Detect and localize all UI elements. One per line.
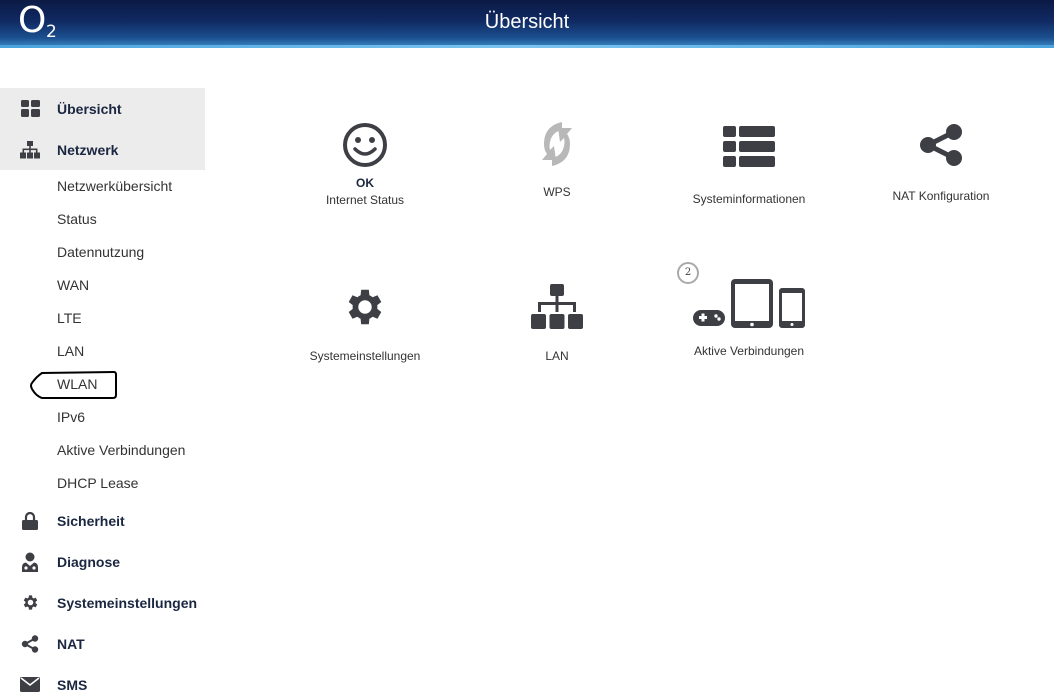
- tile-aktive-verbindungen[interactable]: 2 Aktive Verbindungen: [659, 262, 839, 358]
- tile-lan[interactable]: LAN: [467, 270, 647, 363]
- sidebar-subitem-ipv6[interactable]: IPv6: [0, 401, 205, 434]
- share-icon: [851, 108, 1031, 168]
- sidebar-subitem-lan[interactable]: LAN: [0, 335, 205, 368]
- page-title: Übersicht: [484, 11, 570, 33]
- tile-label: LAN: [545, 349, 569, 363]
- sidebar-item-label: NAT: [57, 635, 85, 652]
- envelope-icon: [20, 675, 40, 695]
- tile-label: Aktive Verbindungen: [693, 344, 805, 358]
- sidebar-subitem-aktive-verbindungen[interactable]: Aktive Verbindungen: [0, 434, 205, 467]
- connection-count-badge: 2: [677, 262, 699, 284]
- network-icon: [467, 270, 647, 330]
- smiley-icon: [275, 108, 455, 168]
- doctor-icon: [20, 552, 40, 572]
- network-icon: [20, 140, 40, 160]
- tile-systeminformationen[interactable]: Systeminformationen: [659, 108, 839, 206]
- tile-label: Systeminformationen: [692, 192, 806, 206]
- sidebar: Übersicht Netzwerk Netzwerkübersicht Sta…: [0, 88, 205, 697]
- sidebar-item-netzwerk[interactable]: Netzwerk: [0, 129, 205, 170]
- sidebar-item-label: Systemeinstellungen: [57, 594, 198, 611]
- wps-icon: [467, 108, 647, 168]
- sidebar-subitem-wlan-wrapper[interactable]: WLAN: [0, 368, 205, 401]
- tile-label: Systemeinstellungen: [309, 349, 421, 363]
- tile-nat-konfiguration[interactable]: NAT Konfiguration: [851, 108, 1031, 203]
- tile-label: NAT Konfiguration: [892, 189, 990, 203]
- gear-icon: [275, 270, 455, 330]
- sidebar-item-label: Diagnose: [57, 553, 121, 570]
- sidebar-subitem-wan[interactable]: WAN: [0, 269, 205, 302]
- sidebar-item-label: Übersicht: [57, 100, 122, 117]
- list-icon: [659, 108, 839, 168]
- sidebar-item-diagnose[interactable]: Diagnose: [0, 541, 205, 582]
- header-divider: [0, 45, 1054, 48]
- sidebar-item-label: Netzwerk: [57, 141, 119, 158]
- sidebar-item-nat[interactable]: NAT: [0, 623, 205, 664]
- top-header: O 2 Übersicht: [0, 0, 1054, 47]
- lock-icon: [20, 511, 40, 531]
- sidebar-item-label: SMS: [57, 676, 88, 693]
- sidebar-subitem-datennutzung[interactable]: Datennutzung: [0, 236, 205, 269]
- sidebar-item-sicherheit[interactable]: Sicherheit: [0, 500, 205, 541]
- sidebar-item-label: Sicherheit: [57, 512, 125, 529]
- tile-label: Internet Status: [325, 193, 405, 207]
- sidebar-subitem-status[interactable]: Status: [0, 203, 205, 236]
- share-icon: [20, 634, 40, 654]
- sidebar-subitem-lte[interactable]: LTE: [0, 302, 205, 335]
- sidebar-item-systemeinstellungen[interactable]: Systemeinstellungen: [0, 582, 205, 623]
- gear-icon: [20, 593, 40, 613]
- tile-wps[interactable]: WPS: [467, 108, 647, 199]
- sidebar-subitem-netzwerkuebersicht[interactable]: Netzwerkübersicht: [0, 170, 205, 203]
- tile-internet-status[interactable]: OK Internet Status: [275, 108, 455, 207]
- internet-status-value: OK: [356, 176, 374, 190]
- sidebar-subitem-dhcp-lease[interactable]: DHCP Lease: [0, 467, 205, 500]
- sidebar-item-sms[interactable]: SMS: [0, 664, 205, 697]
- tile-systemeinstellungen[interactable]: Systemeinstellungen: [275, 270, 455, 363]
- sidebar-subitem-wlan: WLAN: [57, 376, 98, 392]
- tile-label: WPS: [543, 185, 571, 199]
- grid-icon: [20, 99, 40, 119]
- sidebar-item-uebersicht[interactable]: Übersicht: [0, 88, 205, 129]
